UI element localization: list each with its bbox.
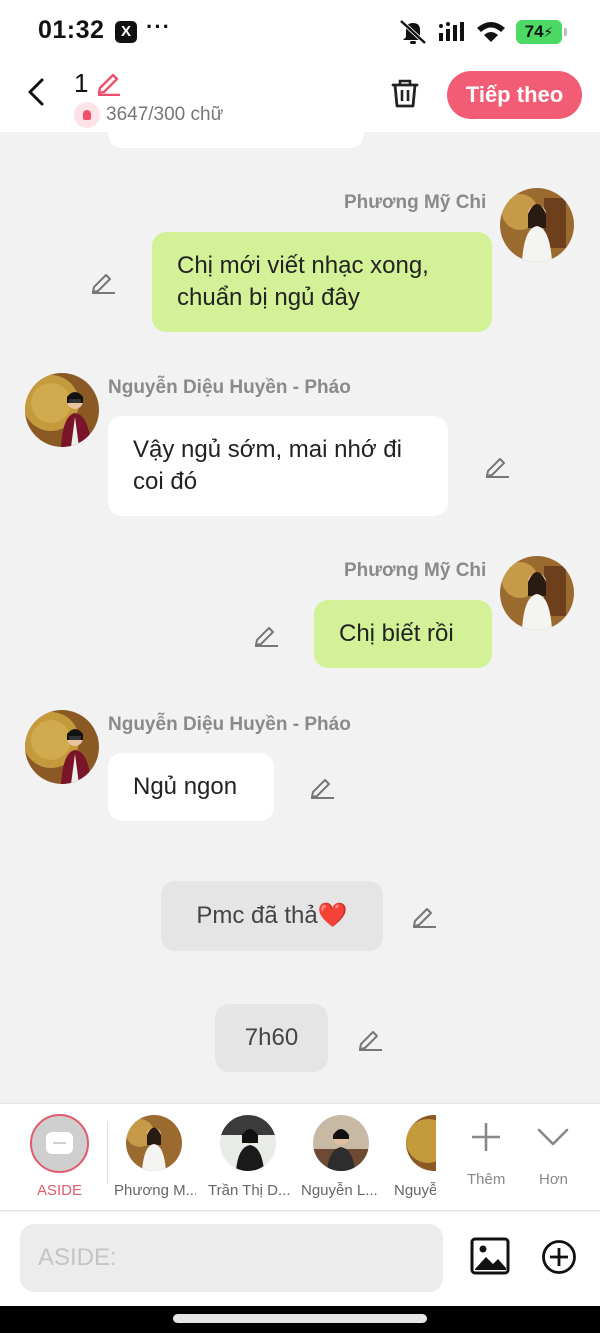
mute-icon xyxy=(399,19,427,45)
avatar-image xyxy=(313,1115,369,1171)
editor-header: 1 3647/300 chữ Tiếp theo xyxy=(0,62,600,132)
character-label: Nguyễn L... xyxy=(301,1182,378,1199)
character-avatar[interactable] xyxy=(220,1115,276,1171)
wifi-icon xyxy=(477,22,505,42)
system-nav-bar xyxy=(0,1306,600,1333)
edit-message-icon[interactable] xyxy=(90,268,116,294)
word-count: 3647/300 chữ xyxy=(106,104,224,125)
chevron-down-icon[interactable] xyxy=(536,1120,570,1154)
word-count-badge: 3647/300 chữ xyxy=(74,102,223,128)
next-button[interactable]: Tiếp theo xyxy=(447,71,582,119)
sender-name: Nguyễn Diệu Huyền - Pháo xyxy=(108,377,351,398)
avatar-image xyxy=(500,188,574,262)
sender-name: Phương Mỹ Chi xyxy=(344,192,487,213)
more-label: Hơn xyxy=(539,1171,569,1188)
edit-message-icon[interactable] xyxy=(253,621,279,647)
status-icons: 74 ⚡ xyxy=(398,18,567,46)
status-time: 01:32 xyxy=(38,16,105,44)
aside-character-button[interactable] xyxy=(30,1114,89,1173)
edit-message-icon[interactable] xyxy=(411,902,437,928)
trash-icon[interactable] xyxy=(388,76,422,110)
sender-name: Nguyễn Diệu Huyền - Pháo xyxy=(108,714,351,735)
avatar-nguyen-dieu-huyen[interactable] xyxy=(25,373,99,447)
aside-chat-icon xyxy=(46,1132,73,1154)
character-avatar[interactable] xyxy=(406,1115,436,1171)
character-selector: ASIDE Phương M... Trần Thị D... Nguyễn L… xyxy=(0,1103,600,1211)
add-circle-icon[interactable] xyxy=(541,1239,577,1275)
avatar-image xyxy=(406,1115,436,1171)
charging-icon: ⚡ xyxy=(543,23,554,40)
character-label: Phương M... xyxy=(114,1182,196,1199)
chapter-number: 1 xyxy=(74,68,89,98)
edit-message-icon[interactable] xyxy=(357,1025,383,1051)
message-text: Chị biết rồi xyxy=(339,620,454,647)
input-placeholder: ASIDE: xyxy=(38,1244,117,1271)
aside-label: ASIDE xyxy=(36,1182,82,1199)
edit-message-icon[interactable] xyxy=(484,452,510,478)
character-label: Nguyễ xyxy=(394,1182,436,1199)
message-text: Vậy ngủ sớm, mai nhớ đi coi đó xyxy=(133,436,402,495)
partial-message-bubble xyxy=(108,132,364,148)
add-character-icon[interactable] xyxy=(469,1120,503,1154)
message-bubble[interactable]: Vậy ngủ sớm, mai nhớ đi coi đó xyxy=(108,416,448,516)
message-bubble[interactable]: Ngủ ngon xyxy=(108,753,274,821)
aside-text: Pmc đã thả❤️ xyxy=(196,902,348,929)
character-label: Trần Thị D... xyxy=(208,1182,290,1199)
home-indicator[interactable] xyxy=(173,1314,427,1323)
signal-icon xyxy=(439,22,464,41)
chat-area[interactable]: Phương Mỹ Chi Chị mới viết nhạc xong, ch… xyxy=(0,132,600,1102)
edit-message-icon[interactable] xyxy=(309,773,335,799)
avatar-image xyxy=(220,1115,276,1171)
avatar-nguyen-dieu-huyen[interactable] xyxy=(25,710,99,784)
aside-text: 7h60 xyxy=(244,1024,299,1051)
divider xyxy=(107,1122,108,1184)
avatar-image xyxy=(25,710,99,784)
message-input[interactable]: ASIDE: xyxy=(20,1224,443,1292)
image-icon[interactable] xyxy=(470,1236,510,1276)
battery-level: 74 xyxy=(524,22,544,41)
x-app-icon: X xyxy=(115,21,137,43)
aside-bubble[interactable]: Pmc đã thả❤️ xyxy=(161,881,383,951)
message-bubble[interactable]: Chị mới viết nhạc xong, chuẩn bị ngủ đây xyxy=(152,232,492,332)
avatar-image xyxy=(25,373,99,447)
character-avatar[interactable] xyxy=(126,1115,182,1171)
edit-title-icon[interactable] xyxy=(94,68,122,96)
more-notifications-icon: ··· xyxy=(146,14,171,39)
avatar-phuong-my-chi[interactable] xyxy=(500,188,574,262)
message-bubble[interactable]: Chị biết rồi xyxy=(314,600,492,668)
back-arrow-icon[interactable] xyxy=(22,76,54,108)
battery-icon: 74 ⚡ xyxy=(516,20,567,44)
character-avatar[interactable] xyxy=(313,1115,369,1171)
add-label: Thêm xyxy=(467,1171,506,1188)
avatar-image xyxy=(500,556,574,630)
bell-icon xyxy=(74,102,100,128)
message-text: Ngủ ngon xyxy=(133,773,238,800)
input-area: ASIDE: xyxy=(0,1212,600,1306)
status-bar: 01:32 X ··· 74 ⚡ xyxy=(0,0,600,62)
avatar-phuong-my-chi[interactable] xyxy=(500,556,574,630)
sender-name: Phương Mỹ Chi xyxy=(344,560,487,581)
aside-bubble[interactable]: 7h60 xyxy=(215,1004,328,1072)
avatar-image xyxy=(126,1115,182,1171)
message-text: Chị mới viết nhạc xong, chuẩn bị ngủ đây xyxy=(177,252,429,311)
